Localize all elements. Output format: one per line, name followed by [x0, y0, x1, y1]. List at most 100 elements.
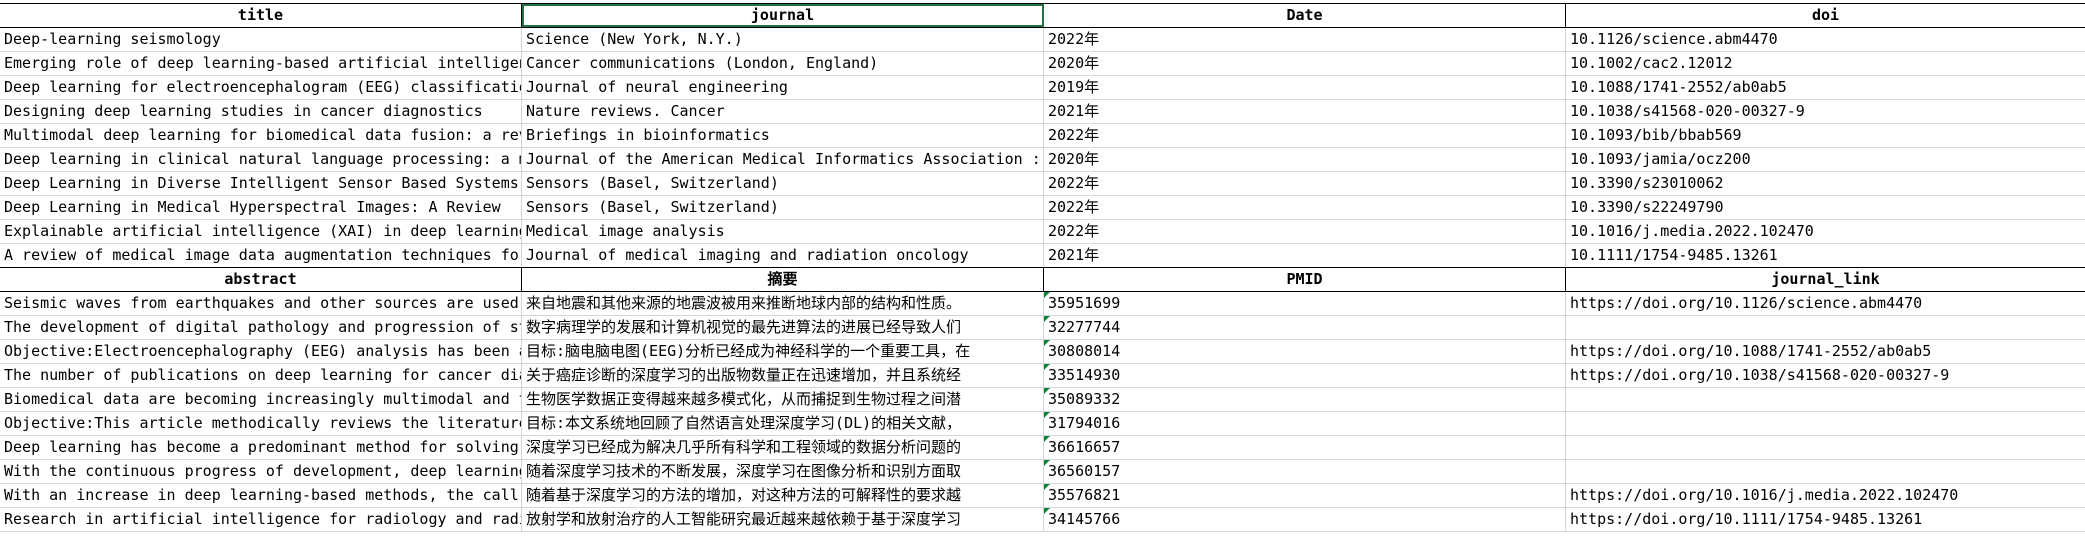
- journal-link-cell[interactable]: [1566, 388, 2085, 411]
- pmid-cell[interactable]: 30808014: [1044, 340, 1566, 363]
- pmid-cell[interactable]: 34145766: [1044, 508, 1566, 531]
- summary-zh-cell[interactable]: 目标:脑电脑电图(EEG)分析已经成为神经科学的一个重要工具，在: [522, 340, 1044, 363]
- table-row: Research in artificial intelligence for …: [0, 508, 2085, 532]
- column-header-date[interactable]: Date: [1044, 4, 1566, 27]
- title-cell[interactable]: Designing deep learning studies in cance…: [0, 100, 522, 123]
- journal-link-cell[interactable]: https://doi.org/10.1016/j.media.2022.102…: [1566, 484, 2085, 507]
- abstract-cell[interactable]: Biomedical data are becoming increasingl…: [0, 388, 522, 411]
- journal-link-cell[interactable]: https://doi.org/10.1038/s41568-020-00327…: [1566, 364, 2085, 387]
- column-header-doi[interactable]: doi: [1566, 4, 2085, 27]
- pmid-cell[interactable]: 31794016: [1044, 412, 1566, 435]
- journal-link-cell[interactable]: https://doi.org/10.1088/1741-2552/ab0ab5: [1566, 340, 2085, 363]
- title-cell[interactable]: Deep learning in clinical natural langua…: [0, 148, 522, 171]
- summary-zh-cell[interactable]: 放射学和放射治疗的人工智能研究最近越来越依赖于基于深度学习: [522, 508, 1044, 531]
- doi-cell[interactable]: 10.1002/cac2.12012: [1566, 52, 2085, 75]
- date-cell[interactable]: 2021年: [1044, 100, 1566, 123]
- table-row: Deep learning has become a predominant m…: [0, 436, 2085, 460]
- abstract-cell[interactable]: The development of digital pathology and…: [0, 316, 522, 339]
- journal-cell[interactable]: Journal of the American Medical Informat…: [522, 148, 1044, 171]
- table-row: Biomedical data are becoming increasingl…: [0, 388, 2085, 412]
- abstract-cell[interactable]: Research in artificial intelligence for …: [0, 508, 522, 531]
- journal-cell[interactable]: Journal of medical imaging and radiation…: [522, 244, 1044, 267]
- title-cell[interactable]: Multimodal deep learning for biomedical …: [0, 124, 522, 147]
- column-header-journal[interactable]: journal: [522, 4, 1044, 27]
- abstract-cell[interactable]: With the continuous progress of developm…: [0, 460, 522, 483]
- column-header-abstract[interactable]: abstract: [0, 268, 522, 291]
- title-cell[interactable]: Deep-learning seismology: [0, 28, 522, 51]
- journal-link-cell[interactable]: https://doi.org/10.1126/science.abm4470: [1566, 292, 2085, 315]
- date-cell[interactable]: 2022年: [1044, 124, 1566, 147]
- summary-zh-cell[interactable]: 关于癌症诊断的深度学习的出版物数量正在迅速增加，并且系统经: [522, 364, 1044, 387]
- journal-cell[interactable]: Briefings in bioinformatics: [522, 124, 1044, 147]
- journal-link-cell[interactable]: [1566, 436, 2085, 459]
- table-row: Explainable artificial intelligence (XAI…: [0, 220, 2085, 244]
- date-cell[interactable]: 2022年: [1044, 196, 1566, 219]
- table-row: Deep Learning in Medical Hyperspectral I…: [0, 196, 2085, 220]
- abstract-cell[interactable]: The number of publications on deep learn…: [0, 364, 522, 387]
- table-row: Deep Learning in Diverse Intelligent Sen…: [0, 172, 2085, 196]
- abstract-cell[interactable]: Seismic waves from earthquakes and other…: [0, 292, 522, 315]
- title-cell[interactable]: Explainable artificial intelligence (XAI…: [0, 220, 522, 243]
- title-cell[interactable]: Emerging role of deep learning-based art…: [0, 52, 522, 75]
- title-cell[interactable]: Deep Learning in Medical Hyperspectral I…: [0, 196, 522, 219]
- pmid-cell[interactable]: 35089332: [1044, 388, 1566, 411]
- summary-zh-cell[interactable]: 随着深度学习技术的不断发展，深度学习在图像分析和识别方面取: [522, 460, 1044, 483]
- summary-zh-cell[interactable]: 随着基于深度学习的方法的增加，对这种方法的可解释性的要求越: [522, 484, 1044, 507]
- date-cell[interactable]: 2019年: [1044, 76, 1566, 99]
- journal-cell[interactable]: Sensors (Basel, Switzerland): [522, 196, 1044, 219]
- abstract-cell[interactable]: Deep learning has become a predominant m…: [0, 436, 522, 459]
- date-cell[interactable]: 2020年: [1044, 52, 1566, 75]
- journal-link-cell[interactable]: https://doi.org/10.1111/1754-9485.13261: [1566, 508, 2085, 531]
- table-row: Seismic waves from earthquakes and other…: [0, 292, 2085, 316]
- date-cell[interactable]: 2020年: [1044, 148, 1566, 171]
- journal-cell[interactable]: Science (New York, N.Y.): [522, 28, 1044, 51]
- pmid-cell[interactable]: 32277744: [1044, 316, 1566, 339]
- table-row: Emerging role of deep learning-based art…: [0, 52, 2085, 76]
- summary-zh-cell[interactable]: 目标:本文系统地回顾了自然语言处理深度学习(DL)的相关文献，: [522, 412, 1044, 435]
- title-cell[interactable]: A review of medical image data augmentat…: [0, 244, 522, 267]
- journal-cell[interactable]: Sensors (Basel, Switzerland): [522, 172, 1044, 195]
- journal-cell[interactable]: Cancer communications (London, England): [522, 52, 1044, 75]
- date-cell[interactable]: 2022年: [1044, 172, 1566, 195]
- summary-zh-cell[interactable]: 来自地震和其他来源的地震波被用来推断地球内部的结构和性质。: [522, 292, 1044, 315]
- summary-zh-cell[interactable]: 数字病理学的发展和计算机视觉的最先进算法的进展已经导致人们: [522, 316, 1044, 339]
- title-cell[interactable]: Deep Learning in Diverse Intelligent Sen…: [0, 172, 522, 195]
- abstract-cell[interactable]: Objective:This article methodically revi…: [0, 412, 522, 435]
- doi-cell[interactable]: 10.1093/bib/bbab569: [1566, 124, 2085, 147]
- doi-cell[interactable]: 10.1126/science.abm4470: [1566, 28, 2085, 51]
- table-row: Objective:Electroencephalography (EEG) a…: [0, 340, 2085, 364]
- abstract-cell[interactable]: With an increase in deep learning-based …: [0, 484, 522, 507]
- journal-cell[interactable]: Journal of neural engineering: [522, 76, 1044, 99]
- pmid-cell[interactable]: 35576821: [1044, 484, 1566, 507]
- pmid-cell[interactable]: 33514930: [1044, 364, 1566, 387]
- column-header-summary-zh[interactable]: 摘要: [522, 268, 1044, 291]
- pmid-cell[interactable]: 36616657: [1044, 436, 1566, 459]
- table-row: Deep learning in clinical natural langua…: [0, 148, 2085, 172]
- summary-zh-cell[interactable]: 生物医学数据正变得越来越多模式化，从而捕捉到生物过程之间潜: [522, 388, 1044, 411]
- abstract-cell[interactable]: Objective:Electroencephalography (EEG) a…: [0, 340, 522, 363]
- doi-cell[interactable]: 10.1088/1741-2552/ab0ab5: [1566, 76, 2085, 99]
- pmid-cell[interactable]: 36560157: [1044, 460, 1566, 483]
- journal-link-cell[interactable]: [1566, 316, 2085, 339]
- date-cell[interactable]: 2022年: [1044, 220, 1566, 243]
- journal-link-cell[interactable]: [1566, 412, 2085, 435]
- summary-zh-cell[interactable]: 深度学习已经成为解决几乎所有科学和工程领域的数据分析问题的: [522, 436, 1044, 459]
- table-row: With the continuous progress of developm…: [0, 460, 2085, 484]
- column-header-pmid[interactable]: PMID: [1044, 268, 1566, 291]
- doi-cell[interactable]: 10.3390/s22249790: [1566, 196, 2085, 219]
- date-cell[interactable]: 2022年: [1044, 28, 1566, 51]
- column-header-title[interactable]: title: [0, 4, 522, 27]
- doi-cell[interactable]: 10.1093/jamia/ocz200: [1566, 148, 2085, 171]
- doi-cell[interactable]: 10.3390/s23010062: [1566, 172, 2085, 195]
- doi-cell[interactable]: 10.1111/1754-9485.13261: [1566, 244, 2085, 267]
- pmid-cell[interactable]: 35951699: [1044, 292, 1566, 315]
- column-header-journal-link[interactable]: journal_link: [1566, 268, 2085, 291]
- doi-cell[interactable]: 10.1038/s41568-020-00327-9: [1566, 100, 2085, 123]
- doi-cell[interactable]: 10.1016/j.media.2022.102470: [1566, 220, 2085, 243]
- date-cell[interactable]: 2021年: [1044, 244, 1566, 267]
- journal-cell[interactable]: Nature reviews. Cancer: [522, 100, 1044, 123]
- title-cell[interactable]: Deep learning for electroencephalogram (…: [0, 76, 522, 99]
- journal-cell[interactable]: Medical image analysis: [522, 220, 1044, 243]
- journal-link-cell[interactable]: [1566, 460, 2085, 483]
- header-row: abstract 摘要 PMID journal_link: [0, 268, 2085, 292]
